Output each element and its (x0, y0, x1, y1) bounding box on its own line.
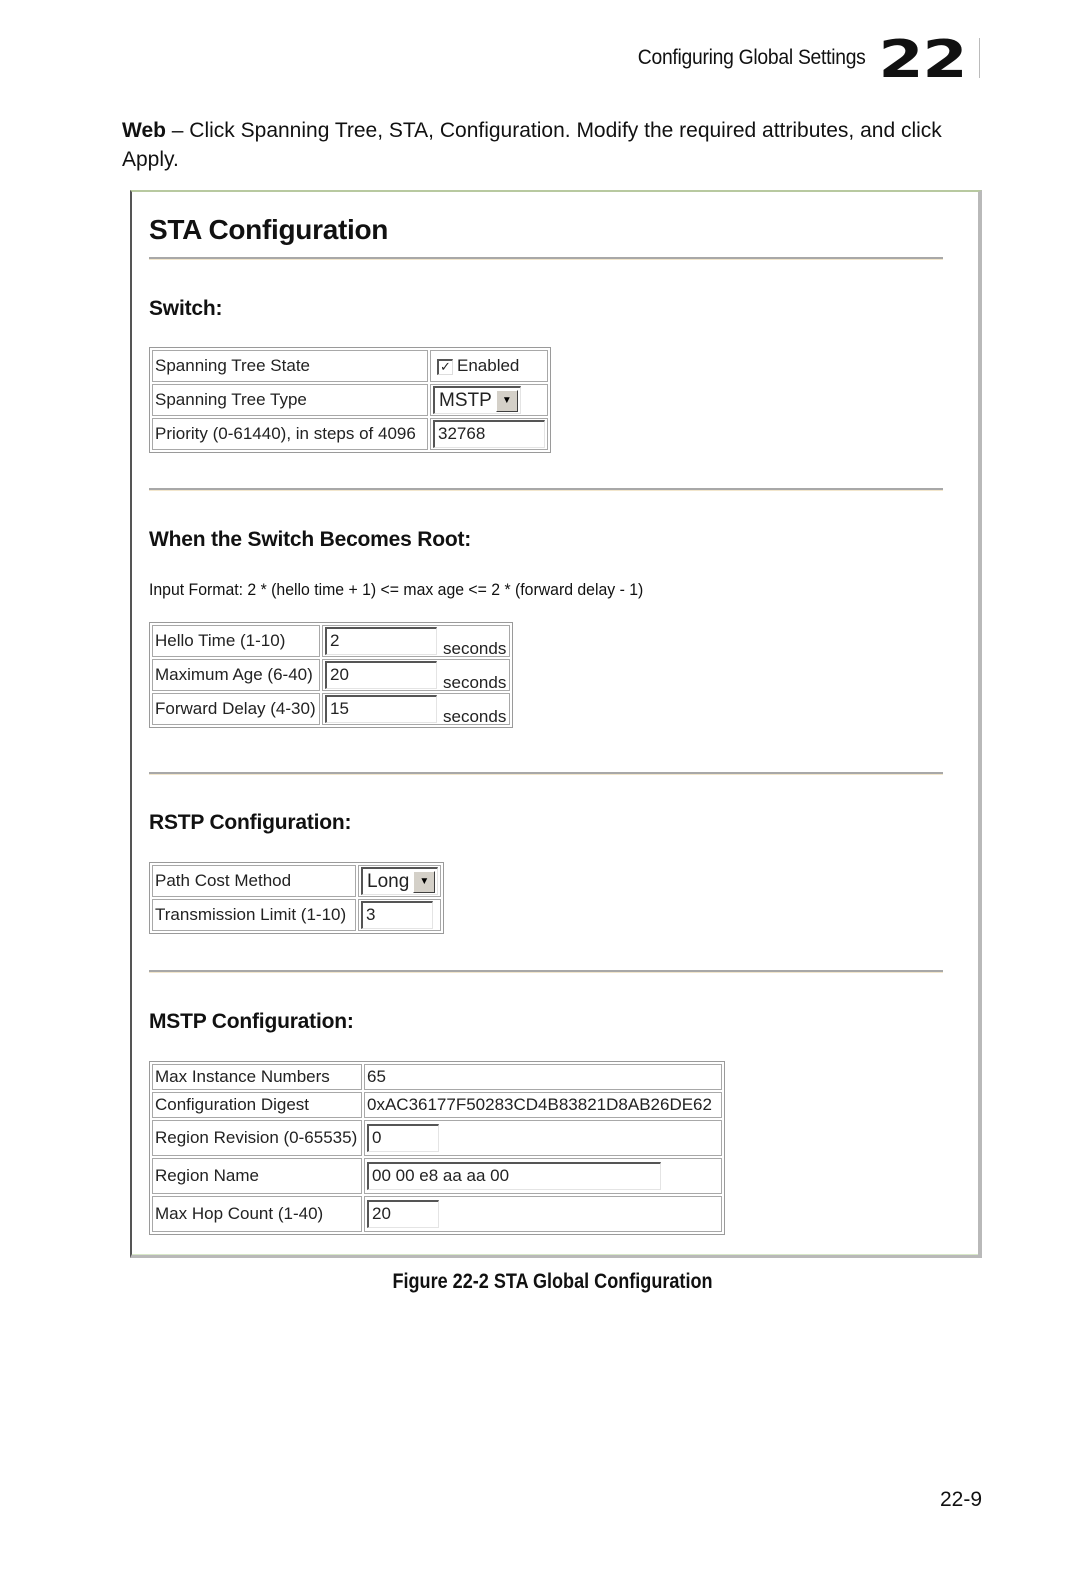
spanning-tree-state-label: Spanning Tree State (152, 350, 428, 382)
chapter-number: 22 (878, 30, 967, 90)
hello-time-input[interactable]: 2 (325, 627, 437, 655)
max-hop-count-label: Max Hop Count (1-40) (152, 1196, 362, 1232)
table-row: Forward Delay (4-30) 15 seconds (152, 693, 510, 726)
max-age-cell: 20 seconds (322, 659, 510, 692)
rstp-heading: RSTP Configuration: (149, 811, 352, 834)
forward-delay-cell: 15 seconds (322, 693, 510, 726)
max-instance-numbers-value: 65 (364, 1064, 722, 1090)
screenshot-frame: STA Configuration Switch: Spanning Tree … (130, 190, 982, 1258)
chevron-down-icon[interactable]: ▼ (413, 870, 436, 893)
region-name-input[interactable]: 00 00 e8 aa aa 00 (367, 1162, 661, 1190)
header-rule (979, 38, 980, 78)
table-row: Max Hop Count (1-40) 20 (152, 1196, 722, 1232)
max-hop-count-input[interactable]: 20 (367, 1200, 439, 1228)
intro-paragraph: Web – Click Spanning Tree, STA, Configur… (122, 116, 992, 174)
divider (149, 488, 943, 491)
chapter-title: Configuring Global Settings (638, 46, 866, 69)
max-age-label: Maximum Age (6-40) (152, 659, 320, 691)
chevron-down-icon[interactable]: ▼ (495, 389, 518, 412)
priority-cell: 32768 (430, 418, 548, 450)
hello-time-cell: 2 seconds (322, 625, 510, 658)
transmission-limit-label: Transmission Limit (1-10) (152, 899, 356, 931)
configuration-digest-value: 0xAC36177F50283CD4B83821D8AB26DE62 (364, 1092, 722, 1118)
transmission-limit-cell: 3 (358, 899, 442, 931)
path-cost-method-cell: Long ▼ (358, 865, 442, 897)
spanning-tree-type-value: MSTP (439, 389, 492, 411)
table-row: Transmission Limit (1-10) 3 (152, 899, 442, 931)
page-title: STA Configuration (149, 214, 389, 245)
divider (149, 970, 943, 973)
enabled-label: Enabled (457, 356, 520, 375)
table-row: Region Revision (0-65535) 0 (152, 1120, 722, 1156)
spanning-tree-type-label: Spanning Tree Type (152, 384, 428, 416)
max-age-unit: seconds (443, 673, 507, 692)
table-row: Region Name 00 00 e8 aa aa 00 (152, 1158, 722, 1194)
root-table: Hello Time (1-10) 2 seconds Maximum Age (… (149, 622, 513, 728)
intro-text: – Click Spanning Tree, STA, Configuratio… (122, 119, 942, 171)
region-name-cell: 00 00 e8 aa aa 00 (364, 1158, 722, 1194)
table-row: Priority (0-61440), in steps of 4096 327… (152, 418, 548, 450)
divider (149, 772, 943, 775)
region-revision-input[interactable]: 0 (367, 1124, 439, 1152)
forward-delay-input[interactable]: 15 (325, 695, 437, 723)
spanning-tree-type-cell: MSTP ▼ (430, 384, 548, 416)
configuration-digest-label: Configuration Digest (152, 1092, 362, 1118)
max-instance-numbers-label: Max Instance Numbers (152, 1064, 362, 1090)
region-name-label: Region Name (152, 1158, 362, 1194)
forward-delay-unit: seconds (443, 707, 507, 726)
spanning-tree-type-select[interactable]: MSTP ▼ (433, 386, 521, 414)
table-row: Spanning Tree Type MSTP ▼ (152, 384, 548, 416)
hello-time-unit: seconds (443, 639, 507, 658)
figure-caption: Figure 22-2 STA Global Configuration (392, 1270, 713, 1293)
region-revision-cell: 0 (364, 1120, 722, 1156)
table-row: Configuration Digest 0xAC36177F50283CD4B… (152, 1092, 722, 1118)
rstp-table: Path Cost Method Long ▼ Transmission Limi… (149, 862, 445, 934)
running-head: Configuring Global Settings 22 (560, 30, 980, 90)
table-row: Max Instance Numbers 65 (152, 1064, 722, 1090)
input-format-note: Input Format: 2 * (hello time + 1) <= ma… (149, 580, 644, 599)
root-heading: When the Switch Becomes Root: (149, 528, 472, 551)
path-cost-method-value: Long (367, 870, 410, 892)
max-hop-count-cell: 20 (364, 1196, 722, 1232)
table-row: Maximum Age (6-40) 20 seconds (152, 659, 510, 692)
divider (149, 257, 943, 260)
max-age-input[interactable]: 20 (325, 661, 437, 689)
priority-input[interactable]: 32768 (433, 420, 545, 448)
mstp-heading: MSTP Configuration: (149, 1010, 354, 1033)
path-cost-method-select[interactable]: Long ▼ (361, 867, 439, 895)
mstp-table: Max Instance Numbers 65 Configuration Di… (149, 1061, 725, 1235)
spanning-tree-state-cell: ✓ Enabled (430, 350, 548, 382)
page-number: 22-9 (939, 1488, 982, 1511)
switch-heading: Switch: (149, 297, 223, 320)
path-cost-method-label: Path Cost Method (152, 865, 356, 897)
table-row: Spanning Tree State ✓ Enabled (152, 350, 548, 382)
spanning-tree-state-checkbox[interactable]: ✓ (437, 358, 453, 375)
region-revision-label: Region Revision (0-65535) (152, 1120, 362, 1156)
table-row: Hello Time (1-10) 2 seconds (152, 625, 510, 658)
switch-table: Spanning Tree State ✓ Enabled Spanning Tr… (149, 347, 551, 453)
priority-label: Priority (0-61440), in steps of 4096 (152, 418, 428, 450)
table-row: Path Cost Method Long ▼ (152, 865, 442, 897)
forward-delay-label: Forward Delay (4-30) (152, 693, 320, 725)
intro-lead: Web (122, 119, 166, 142)
transmission-limit-input[interactable]: 3 (361, 901, 433, 929)
hello-time-label: Hello Time (1-10) (152, 625, 320, 657)
